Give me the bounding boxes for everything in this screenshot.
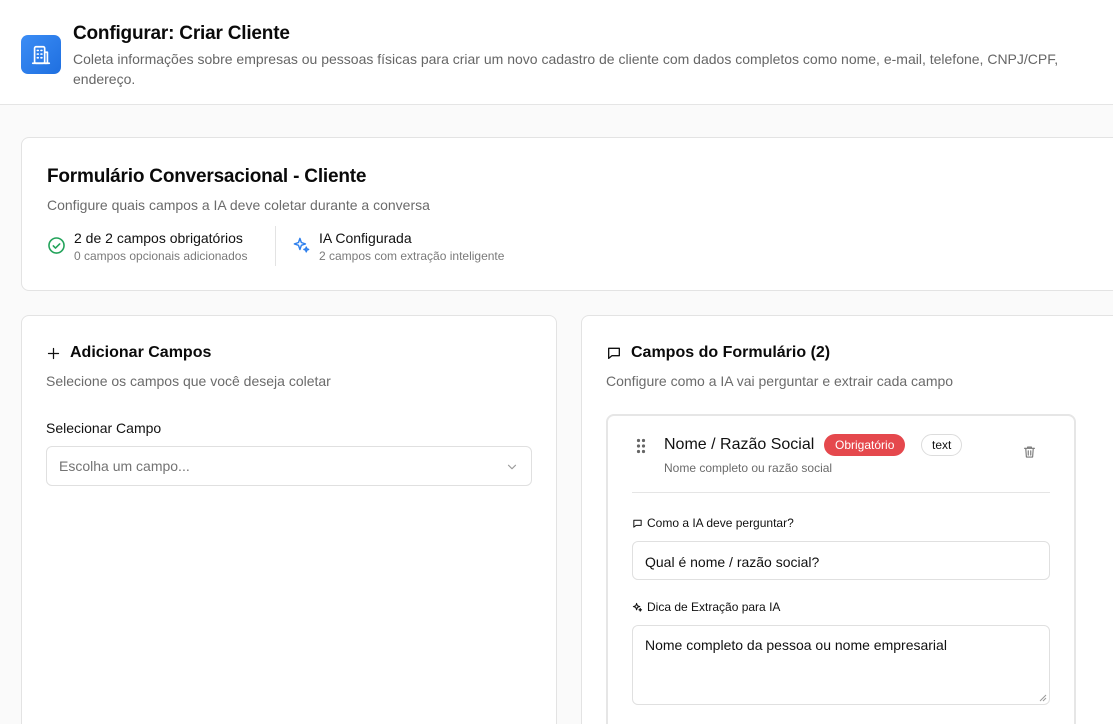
page-description: Coleta informações sobre empresas ou pes… bbox=[73, 51, 1059, 87]
question-input[interactable]: Qual é nome / razão social? bbox=[632, 541, 1050, 580]
sparkles-icon bbox=[293, 237, 310, 253]
chevron-down-icon bbox=[507, 464, 517, 470]
form-fields-subtitle: Configure como a IA vai perguntar e extr… bbox=[606, 373, 954, 389]
field-description: Nome completo ou razão social bbox=[664, 461, 833, 475]
summary-title: Formulário Conversacional - Cliente bbox=[47, 166, 367, 187]
ai-status-label: IA Configurada bbox=[319, 230, 412, 246]
field-name: Nome / Razão Social bbox=[664, 436, 815, 453]
summary-card: Formulário Conversacional - Cliente Conf… bbox=[21, 137, 1113, 291]
field-select-placeholder: Escolha um campo... bbox=[59, 458, 190, 474]
stat-divider bbox=[275, 226, 276, 266]
page-header: Configurar: Criar Cliente Coleta informa… bbox=[0, 0, 1113, 105]
question-input-value: Qual é nome / razão social? bbox=[645, 554, 820, 570]
message-square-icon bbox=[633, 519, 642, 528]
hint-textarea[interactable]: Nome completo da pessoa ou nome empresar… bbox=[632, 625, 1050, 705]
building-icon bbox=[21, 35, 61, 74]
form-fields-card: Campos do Formulário (2) Configure como … bbox=[581, 315, 1113, 724]
sparkles-icon bbox=[632, 602, 643, 612]
form-fields-header: Campos do Formulário (2) bbox=[606, 344, 830, 362]
add-fields-title: Adicionar Campos bbox=[70, 344, 212, 361]
trash-icon[interactable] bbox=[1022, 444, 1037, 460]
form-fields-title: Campos do Formulário (2) bbox=[631, 344, 831, 361]
question-label-text: Como a IA deve perguntar? bbox=[647, 516, 794, 530]
message-square-icon bbox=[608, 347, 620, 359]
resize-handle-icon[interactable] bbox=[1039, 694, 1047, 702]
add-fields-subtitle: Selecione os campos que você deseja cole… bbox=[46, 373, 331, 389]
required-fields-stat: 2 de 2 campos obrigatórios 0 campos opci… bbox=[48, 230, 248, 263]
select-field-label: Selecionar Campo bbox=[46, 420, 162, 436]
plus-icon bbox=[47, 347, 60, 359]
required-fields-count: 2 de 2 campos obrigatórios bbox=[74, 230, 243, 246]
question-label: Como a IA deve perguntar? bbox=[632, 516, 794, 530]
hint-label: Dica de Extração para IA bbox=[632, 600, 780, 614]
hint-textarea-value: Nome completo da pessoa ou nome empresar… bbox=[645, 637, 947, 653]
add-fields-header: Adicionar Campos bbox=[46, 344, 211, 362]
optional-fields-count: 0 campos opcionais adicionados bbox=[74, 249, 248, 263]
field-divider bbox=[632, 492, 1050, 493]
check-circle-icon bbox=[48, 237, 65, 254]
field-select[interactable]: Escolha um campo... bbox=[46, 446, 532, 486]
type-badge: text bbox=[921, 434, 963, 456]
summary-subtitle: Configure quais campos a IA deve coletar… bbox=[47, 197, 430, 213]
add-fields-card: Adicionar Campos Selecione os campos que… bbox=[21, 315, 557, 724]
required-badge: Obrigatório bbox=[824, 434, 906, 456]
ai-status-stat: IA Configurada 2 campos com extração int… bbox=[293, 230, 505, 263]
page-title: Configurar: Criar Cliente bbox=[73, 23, 290, 44]
field-item: Nome / Razão Social Obrigatório text Nom… bbox=[606, 414, 1076, 724]
ai-extraction-count: 2 campos com extração inteligente bbox=[319, 249, 505, 263]
grip-vertical-icon[interactable] bbox=[636, 438, 646, 454]
hint-label-text: Dica de Extração para IA bbox=[647, 600, 781, 614]
